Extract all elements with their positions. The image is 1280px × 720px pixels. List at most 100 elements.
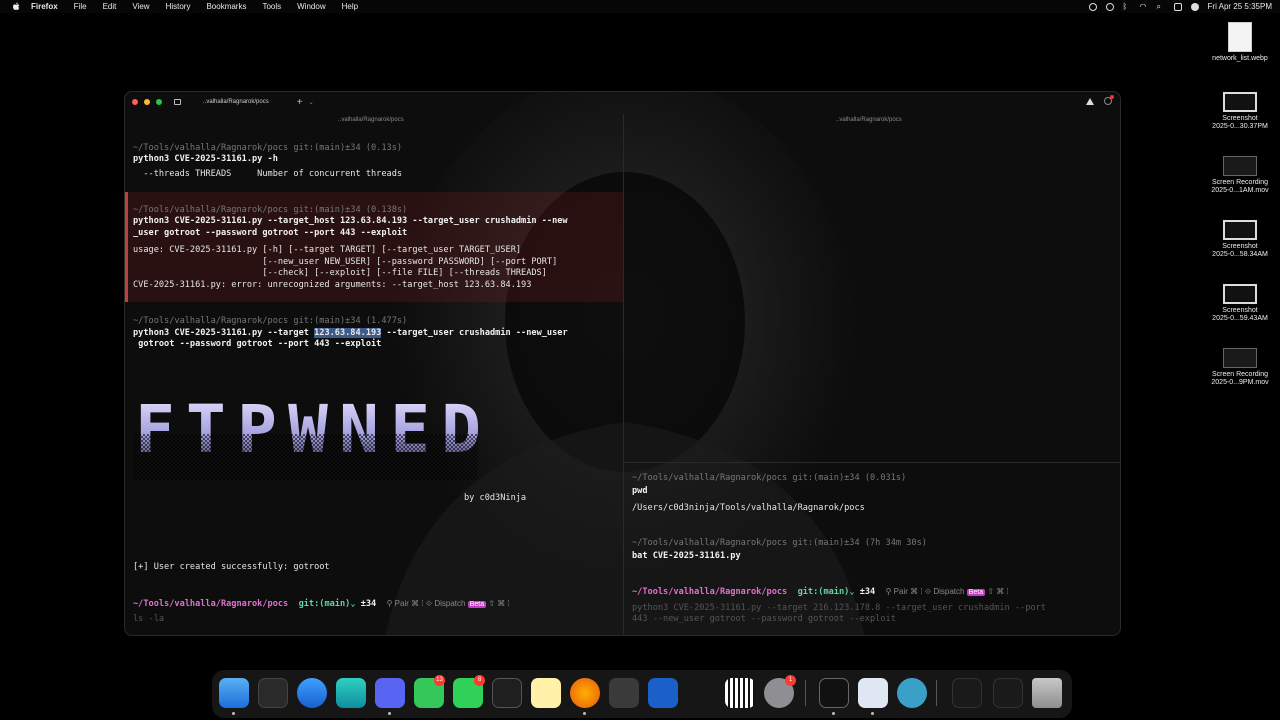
command-input-continuation: 443 --new_user gotroot --password gotroo… [632,614,896,624]
video-thumbnail-icon [1223,348,1257,368]
desktop-file-label: Screen Recording [1211,179,1269,186]
desktop-file-label: network_list.webp [1212,55,1268,62]
prompt-change-count: ±34 [859,587,876,597]
block-prompt: ~/Tools/valhalla/Ragnarok/pocs git:(main… [133,205,408,215]
pair-button[interactable]: ⚲ Pair ⌘ ⁞ [886,587,925,596]
search-icon[interactable]: ⌕ [1157,2,1165,11]
record-icon[interactable] [1088,2,1097,11]
pair-label: Pair [893,587,908,596]
zoom-window-button[interactable] [156,99,162,105]
block-prompt: ~/Tools/valhalla/Ragnarok/pocs git:(main… [133,143,403,153]
command-input[interactable]: python3 CVE-2025-31161.py --target 216.1… [632,603,1046,615]
new-tab-button[interactable]: + [297,97,303,108]
block-output: CVE-2025-31161.py: error: unrecognized a… [133,280,532,290]
screenshot-icon[interactable] [609,678,639,708]
banner-byline: by c0d3Ninja [464,493,527,503]
terminal-window: ..valhalla/Ragnarok/pocs + ⌄ ..valhalla/… [124,91,1121,636]
bluetooth-icon[interactable]: ᛒ [1123,2,1131,11]
safari-icon[interactable] [297,678,327,708]
unity-icon[interactable] [492,678,522,708]
messages-badge: 13 [434,675,445,686]
desktop-file-label: Screenshot [1222,115,1258,122]
desktop-file[interactable]: Screenshot 2025-0...30.37PM [1200,92,1280,131]
beta-badge: Beta [966,589,986,596]
menu-tools[interactable]: Tools [262,2,281,11]
command-text: python3 CVE-2025-31161.py --target [133,328,315,338]
block-command: _user gotroot --password gotroot --port … [133,228,408,238]
menu-edit[interactable]: Edit [103,2,117,11]
sidebar-toggle-icon[interactable] [174,99,181,105]
menu-bookmarks[interactable]: Bookmarks [206,2,246,11]
chevron-down-icon[interactable]: ⌄ [849,587,859,597]
menubar-clock[interactable]: Fri Apr 25 5:35PM [1208,2,1272,11]
menu-view[interactable]: View [132,2,149,11]
menu-window[interactable]: Window [297,2,325,11]
chevron-down-icon[interactable]: ⌄ [350,599,360,609]
close-window-button[interactable] [132,99,138,105]
dispatch-button[interactable]: ⟐ Dispatch [925,587,967,596]
menu-file[interactable]: File [74,2,87,11]
dock-separator [805,680,806,706]
desktop-file[interactable]: network_list.webp [1200,22,1280,63]
apple-menu-icon[interactable] [11,2,21,12]
block-prompt: ~/Tools/valhalla/Ragnarok/pocs git:(main… [632,538,927,548]
selected-ip-text[interactable]: 123.63.84.193 [314,328,382,338]
block-command: bat CVE-2025-31161.py [632,551,741,561]
siri-icon[interactable] [1190,2,1199,11]
block-command: python3 CVE-2025-31161.py --target_host … [133,216,568,226]
lightning-app-icon[interactable] [336,678,366,708]
desktop-file-label: Screenshot [1222,243,1258,250]
dispatch-shortcut: ⇧ ⌘ ⁞ [985,587,1009,596]
prompt-change-count: ±34 [360,599,377,609]
block-prompt: ~/Tools/valhalla/Ragnarok/pocs git:(main… [632,473,907,483]
block-command: gotroot --password gotroot --port 443 --… [133,339,382,349]
desktop-file[interactable]: Screen Recording 2025-0...1AM.mov [1200,156,1280,195]
video-thumbnail-icon [1223,156,1257,176]
desktop-file[interactable]: Screen Recording 2025-0...9PM.mov [1200,348,1280,387]
running-indicator [583,712,586,715]
screenshot-thumbnail-icon [1223,220,1257,240]
right-pane-top[interactable] [624,112,1120,462]
notification-icon[interactable] [1104,95,1114,105]
dispatch-button[interactable]: ⟐ Dispatch [426,599,468,608]
control-center-icon[interactable] [1173,2,1182,11]
command-input[interactable]: ls -la [133,614,164,626]
browser-icon[interactable] [897,678,927,708]
menu-help[interactable]: Help [342,2,358,11]
terminal-icon[interactable] [819,678,849,708]
desktop-file-label: Screen Recording [1211,371,1269,378]
ascii-art-banner: FTPWNED [133,391,478,480]
pane-divider[interactable] [624,462,1120,463]
minimized-window-icon[interactable] [952,678,982,708]
trash-icon[interactable] [1032,678,1062,708]
word-icon[interactable] [648,678,678,708]
wifi-icon[interactable]: ◠ [1140,2,1148,11]
desktop-file[interactable]: Screenshot 2025-0...59.43AM [1200,284,1280,323]
firefox-icon[interactable] [570,678,600,708]
notes-icon[interactable] [531,678,561,708]
play-icon[interactable] [1105,2,1114,11]
terminal-tab[interactable]: ..valhalla/Ragnarok/pocs [203,99,269,105]
network-list-icon[interactable] [858,678,888,708]
desktop-file[interactable]: Screenshot 2025-0...58.34AM [1200,220,1280,259]
desktop-file-sublabel: 2025-0...30.37PM [1212,123,1268,130]
minimized-window-icon[interactable] [993,678,1023,708]
menu-app-name[interactable]: Firefox [31,2,58,11]
discord-icon[interactable] [375,678,405,708]
settings-badge: 1 [785,675,796,686]
minimize-window-button[interactable] [144,99,150,105]
warning-icon[interactable] [1086,97,1094,105]
finder-icon[interactable] [219,678,249,708]
terminal-titlebar: ..valhalla/Ragnarok/pocs + ⌄ [125,92,1120,112]
launchpad-icon[interactable] [258,678,288,708]
desktop-file-sublabel: 2025-0...58.34AM [1212,251,1268,258]
block-output: /Users/c0d3ninja/Tools/valhalla/Ragnarok… [632,503,865,513]
block-output: usage: CVE-2025-31161.py [-h] [--target … [133,245,522,255]
dispatch-shortcut: ⇧ ⌘ ⁞ [486,599,510,608]
block-output: [--check] [--exploit] [--file FILE] [--t… [133,268,547,278]
menu-history[interactable]: History [166,2,191,11]
pair-button[interactable]: ⚲ Pair ⌘ ⁞ [387,599,426,608]
piano-icon[interactable] [725,678,755,708]
pen-tool-icon[interactable] [687,678,717,708]
chevron-down-icon[interactable]: ⌄ [309,99,314,106]
